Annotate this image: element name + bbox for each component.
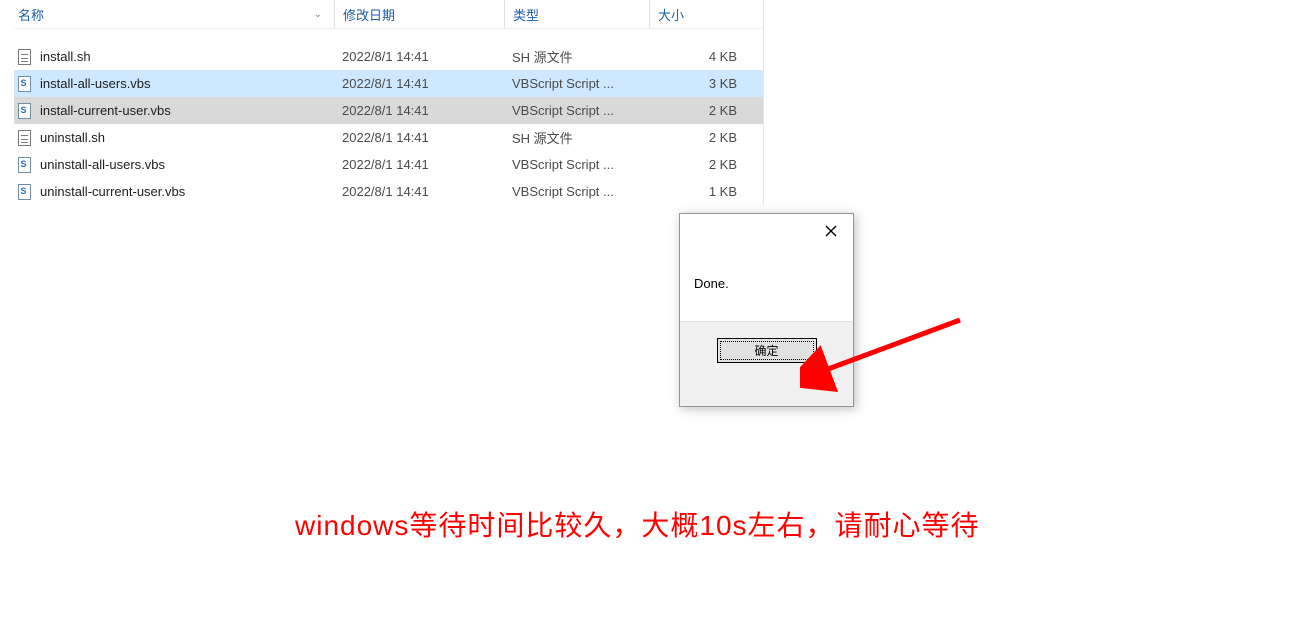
file-size-cell: 3 KB xyxy=(649,76,749,91)
sh-file-icon xyxy=(16,130,32,146)
file-row[interactable]: install-current-user.vbs 2022/8/1 14:41VB… xyxy=(14,97,763,124)
file-type-cell: VBScript Script ... xyxy=(504,103,649,118)
file-row[interactable]: uninstall-all-users.vbs 2022/8/1 14:41VBS… xyxy=(14,151,763,178)
dialog-titlebar xyxy=(680,214,853,248)
file-row[interactable]: uninstall.sh 2022/8/1 14:41SH 源文件2 KB xyxy=(14,124,763,151)
file-type-cell: SH 源文件 xyxy=(504,47,649,66)
file-size-cell: 2 KB xyxy=(649,130,749,145)
annotation-caption: windows等待时间比较久，大概10s左右，请耐心等待 xyxy=(295,504,980,544)
vbs-file-icon xyxy=(16,76,32,92)
dialog-footer: 确定 xyxy=(680,322,853,378)
file-name-label: uninstall-current-user.vbs xyxy=(40,184,185,199)
file-name-cell: uninstall-current-user.vbs xyxy=(14,184,334,200)
column-header-size[interactable]: 大小 xyxy=(649,0,749,28)
file-date-cell: 2022/8/1 14:41 xyxy=(334,49,504,64)
column-header-date[interactable]: 修改日期 xyxy=(334,0,504,28)
close-icon[interactable] xyxy=(817,219,845,243)
column-header-size-label: 大小 xyxy=(658,5,684,24)
column-header-type-label: 类型 xyxy=(513,5,539,24)
file-name-cell: uninstall.sh xyxy=(14,130,334,146)
file-list-panel: 名称 ⌄ 修改日期 类型 大小 install.sh 2022/8/1 14:41… xyxy=(14,0,764,205)
file-name-cell: uninstall-all-users.vbs xyxy=(14,157,334,173)
caret-down-icon: ⌄ xyxy=(314,9,322,20)
message-dialog: Done. 确定 xyxy=(679,213,854,407)
file-type-cell: VBScript Script ... xyxy=(504,157,649,172)
file-row[interactable]: install.sh 2022/8/1 14:41SH 源文件4 KB xyxy=(14,43,763,70)
file-size-cell: 1 KB xyxy=(649,184,749,199)
ok-button[interactable]: 确定 xyxy=(717,338,817,363)
file-date-cell: 2022/8/1 14:41 xyxy=(334,103,504,118)
column-headers: 名称 ⌄ 修改日期 类型 大小 xyxy=(14,0,763,28)
file-date-cell: 2022/8/1 14:41 xyxy=(334,157,504,172)
file-type-cell: VBScript Script ... xyxy=(504,76,649,91)
file-row[interactable]: install-all-users.vbs 2022/8/1 14:41VBScr… xyxy=(14,70,763,97)
file-name-label: uninstall.sh xyxy=(40,130,105,145)
file-date-cell: 2022/8/1 14:41 xyxy=(334,184,504,199)
file-name-label: install.sh xyxy=(40,49,91,64)
vbs-file-icon xyxy=(16,157,32,173)
column-header-name[interactable]: 名称 ⌄ xyxy=(14,0,334,28)
column-header-date-label: 修改日期 xyxy=(343,5,395,24)
vbs-file-icon xyxy=(16,103,32,119)
file-date-cell: 2022/8/1 14:41 xyxy=(334,76,504,91)
column-header-name-label: 名称 xyxy=(18,5,44,24)
file-date-cell: 2022/8/1 14:41 xyxy=(334,130,504,145)
file-size-cell: 2 KB xyxy=(649,157,749,172)
dialog-message: Done. xyxy=(680,248,853,322)
file-row[interactable]: uninstall-current-user.vbs 2022/8/1 14:41… xyxy=(14,178,763,205)
file-type-cell: SH 源文件 xyxy=(504,128,649,147)
ok-button-label: 确定 xyxy=(754,342,778,359)
file-rows: install.sh2022/8/1 14:41SH 源文件4 KBinstal… xyxy=(14,29,763,205)
column-header-type[interactable]: 类型 xyxy=(504,0,649,28)
file-size-cell: 4 KB xyxy=(649,49,749,64)
file-name-label: uninstall-all-users.vbs xyxy=(40,157,165,172)
vbs-file-icon xyxy=(16,184,32,200)
sh-file-icon xyxy=(16,49,32,65)
file-name-cell: install-all-users.vbs xyxy=(14,76,334,92)
file-name-label: install-all-users.vbs xyxy=(40,76,151,91)
file-size-cell: 2 KB xyxy=(649,103,749,118)
file-name-cell: install.sh xyxy=(14,49,334,65)
file-name-cell: install-current-user.vbs xyxy=(14,103,334,119)
file-name-label: install-current-user.vbs xyxy=(40,103,171,118)
file-type-cell: VBScript Script ... xyxy=(504,184,649,199)
